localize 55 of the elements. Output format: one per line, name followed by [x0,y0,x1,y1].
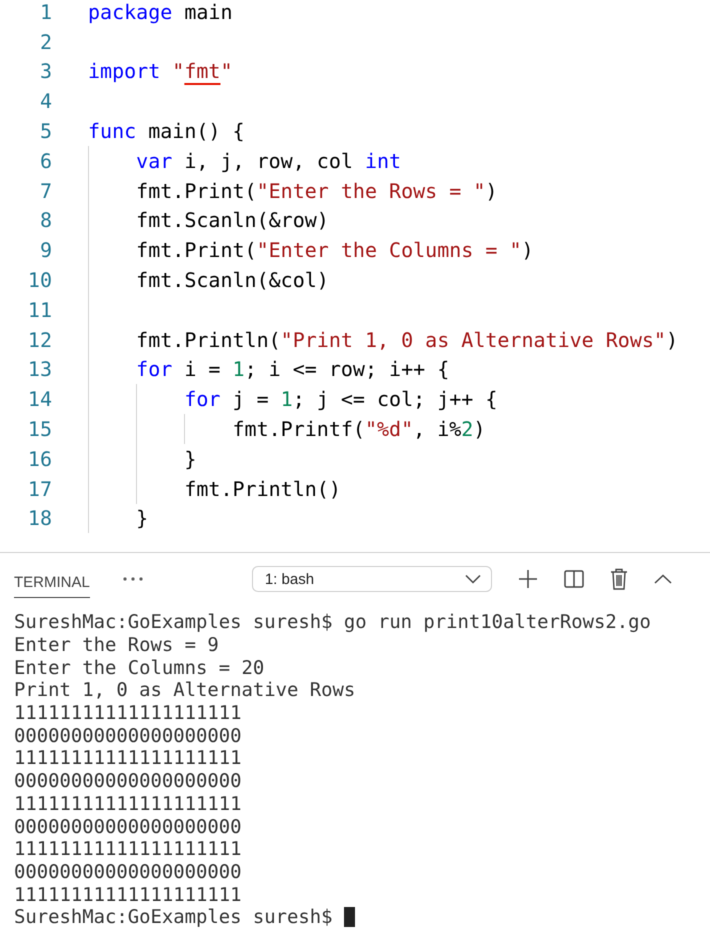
line-number: 4 [38,89,52,114]
line-number: 15 [26,417,52,442]
terminal-line: 00000000000000000000 [14,770,242,792]
line-number: 13 [26,357,52,382]
terminal-line: 11111111111111111111 [14,792,242,815]
code-line: import "fmt" [88,59,233,84]
line-number: 8 [38,208,52,232]
code-line: var i, j, row, col int [135,148,402,173]
line-number: 10 [26,268,52,292]
terminal-line: Enter the Columns = 20 [14,656,264,679]
line-number: 2 [38,30,52,54]
terminal-line: SureshMac:GoExamples suresh$ go run print10alterRows2.go [14,611,651,634]
code-line: fmt.Scanln(&col) [135,268,329,292]
chevron-up-icon[interactable] [654,574,672,584]
plus-icon[interactable] [518,569,538,589]
line-number: 18 [26,506,52,530]
terminal-line: Enter the Rows = 9 [14,634,219,656]
terminal-line: Print 1, 0 as Alternative Rows [14,679,356,702]
code-line: fmt.Println("Print 1, 0 as Alternative Rows") [135,328,678,352]
code-line: fmt.Print("Enter the Columns = ") [135,238,534,262]
line-number: 14 [26,387,52,412]
code-line: fmt.Scanln(&row) [135,208,329,232]
code-line: package main [88,0,233,24]
code-line: for i = 1; i <= row; i++ { [135,357,450,382]
terminal-line: 11111111111111111111 [14,838,242,860]
terminal-line: SureshMac:GoExamples suresh$ [14,906,334,928]
line-number: 17 [26,476,52,501]
terminal-line: 11111111111111111111 [14,702,242,724]
code-line: func main() { [88,119,245,144]
terminal-line: 00000000000000000000 [14,816,242,838]
line-number: 1 [38,0,52,24]
line-number: 11 [26,298,52,322]
line-number: 9 [38,238,52,262]
terminal-line: 11111111111111111111 [14,747,242,770]
code-line: } [183,446,196,471]
panel-tab[interactable]: TERMINAL [14,568,90,598]
code-line: fmt.Printf("%d", i%2) [231,417,486,442]
code-line: fmt.Print("Enter the Rows = ") [135,178,498,203]
line-number: 3 [38,59,52,84]
line-number: 6 [38,148,52,173]
more-icon[interactable] [122,576,144,582]
terminal-line: 00000000000000000000 [14,724,242,747]
terminal-dropdown[interactable]: 1: bash [252,566,492,592]
code-line: } [135,506,148,530]
line-number: 7 [38,178,52,203]
trash-icon[interactable] [610,568,628,590]
line-number: 5 [38,119,52,144]
split-icon[interactable] [564,569,584,589]
code-line: for j = 1; j <= col; j++ { [183,387,498,412]
line-number: 16 [26,446,52,471]
terminal-line: 11111111111111111111 [14,884,242,906]
terminal-line: 00000000000000000000 [14,860,242,883]
chevron-down-icon [464,574,481,584]
line-number: 12 [26,328,52,352]
code-line: fmt.Println() [183,476,341,501]
